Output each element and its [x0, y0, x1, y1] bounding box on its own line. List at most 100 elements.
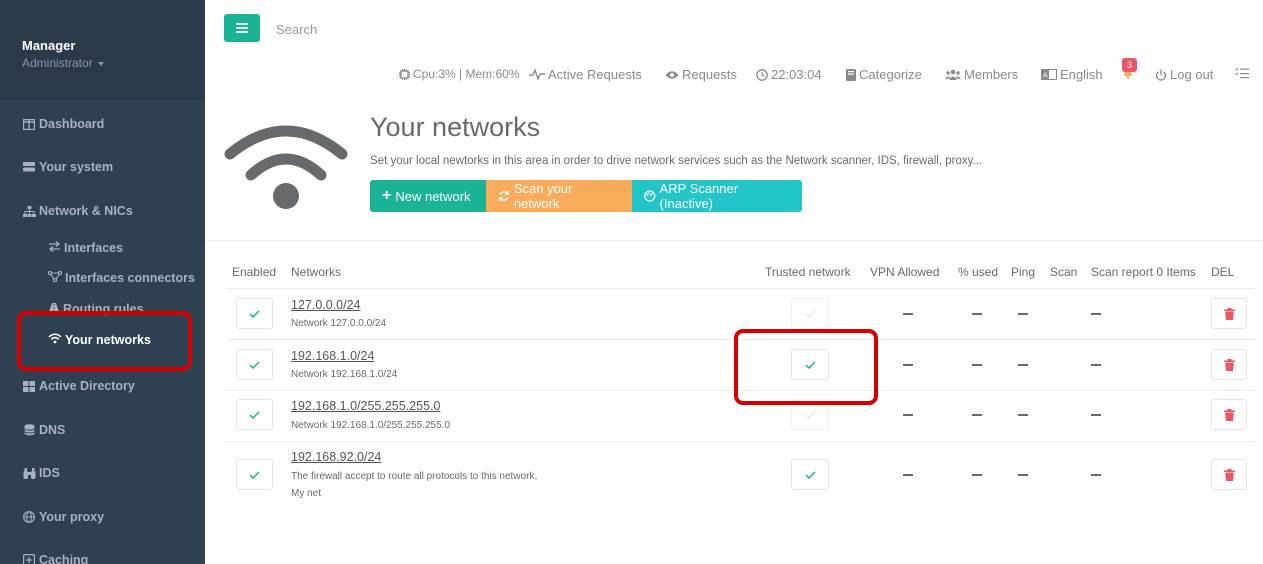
- trusted-toggle[interactable]: [791, 298, 829, 329]
- bars-icon: [236, 23, 248, 33]
- members-link[interactable]: Members: [945, 67, 1018, 82]
- sidebar-item-your-system[interactable]: Your system: [22, 160, 113, 174]
- sidebar-item-label: Network & NICs: [39, 204, 133, 218]
- requests-label: Requests: [682, 67, 737, 82]
- clock-icon: [756, 68, 768, 81]
- percent-used-value: [972, 364, 982, 366]
- check-icon: [804, 470, 816, 479]
- members-label: Members: [964, 67, 1019, 82]
- sidebar-item-label: Your proxy: [39, 510, 105, 524]
- network-description: Network 192.168.1.0/255.255.255.0: [291, 420, 451, 431]
- heartbeat-icon: [529, 69, 545, 80]
- sidebar-subitem-interfaces[interactable]: Interfaces: [48, 241, 123, 255]
- table-row-divider: [226, 441, 1255, 442]
- tasks-icon: [1235, 67, 1249, 79]
- delete-button[interactable]: [1211, 298, 1247, 329]
- sidebar-item-your-proxy[interactable]: Your proxy: [22, 510, 104, 524]
- page-description: Set your local newtorks in this area in …: [370, 155, 983, 167]
- network-link[interactable]: 192.168.1.0/24: [291, 349, 374, 363]
- database-icon: [22, 423, 36, 437]
- scan-network-button[interactable]: Scan your network: [486, 180, 632, 212]
- enabled-toggle[interactable]: [236, 399, 273, 430]
- cpu-mem-status[interactable]: Cpu:3% | Mem:60%: [399, 67, 520, 81]
- trusted-toggle[interactable]: [791, 459, 829, 490]
- sidebar-item-dashboard[interactable]: Dashboard: [22, 117, 104, 131]
- task-list-button[interactable]: [1235, 67, 1249, 79]
- trash-icon: [1223, 358, 1235, 371]
- svg-text:A: A: [1043, 73, 1048, 80]
- logout-link[interactable]: Log out: [1155, 67, 1213, 82]
- notifications-badge: 3: [1122, 58, 1137, 72]
- page-title: Your networks: [370, 112, 541, 142]
- enabled-toggle[interactable]: [236, 298, 273, 329]
- categorize-link[interactable]: Categorize: [846, 67, 922, 82]
- binoculars-icon: [22, 466, 36, 480]
- active-requests-label: Active Requests: [548, 67, 642, 82]
- menu-toggle-button[interactable]: [224, 14, 260, 42]
- vpn-allowed-value: [903, 414, 913, 416]
- percent-used-value: [972, 474, 982, 476]
- vpn-allowed-value: [903, 313, 913, 315]
- sidebar-item-ids[interactable]: IDS: [22, 466, 60, 480]
- highlight-annotation-sidebar: [17, 311, 192, 371]
- arp-scanner-label: ARP Scanner (Inactive): [659, 181, 739, 211]
- sidebar-item-caching[interactable]: Caching: [22, 553, 88, 564]
- delete-button[interactable]: [1211, 349, 1247, 380]
- enabled-toggle[interactable]: [236, 459, 273, 490]
- sidebar-item-dns[interactable]: DNS: [22, 423, 65, 437]
- ping-value: [1018, 414, 1028, 416]
- trash-icon: [1223, 307, 1235, 320]
- scan-report-value: [1091, 474, 1101, 476]
- check-icon: [805, 411, 815, 419]
- users-icon: [945, 69, 961, 80]
- search-input[interactable]: [270, 18, 470, 40]
- column-header-trusted: Trusted network: [765, 265, 851, 279]
- sidebar-subitem-interfaces-connectors[interactable]: Interfaces connectors: [47, 270, 195, 285]
- trash-icon: [1223, 408, 1235, 421]
- hdd-icon: [22, 160, 36, 174]
- sidebar-item-label: IDS: [39, 466, 60, 480]
- scan-network-label: Scan your network: [513, 181, 573, 211]
- column-header-enabled: Enabled: [232, 265, 277, 279]
- column-header-networks: Networks: [291, 265, 342, 279]
- connectors-icon: [47, 270, 63, 285]
- arp-scanner-button[interactable]: ARP Scanner (Inactive): [632, 180, 802, 212]
- profile-panel[interactable]: Manager Administrator: [0, 0, 205, 100]
- language-selector[interactable]: A English: [1041, 67, 1103, 82]
- categorize-label: Categorize: [859, 67, 922, 82]
- eye-icon: [665, 70, 679, 79]
- check-icon: [249, 309, 260, 318]
- delete-button[interactable]: [1211, 399, 1247, 430]
- column-header-ping: Ping: [1011, 265, 1036, 279]
- highlight-annotation-trusted: [734, 329, 878, 405]
- sidebar-item-label: Dashboard: [39, 117, 105, 131]
- scan-report-value: [1091, 414, 1101, 416]
- network-link[interactable]: 192.168.92.0/24: [291, 450, 381, 464]
- delete-button[interactable]: [1211, 459, 1247, 490]
- vpn-allowed-value: [903, 364, 913, 366]
- sitemap-icon: [22, 204, 36, 218]
- active-requests-link[interactable]: Active Requests: [529, 67, 642, 82]
- table-header-divider: [226, 288, 1255, 289]
- network-link[interactable]: 127.0.0.0/24: [291, 298, 361, 312]
- sidebar-item-active-directory[interactable]: Active Directory: [22, 379, 135, 393]
- vpn-allowed-value: [903, 474, 913, 476]
- sidebar-item-network-nics[interactable]: Network & NICs: [22, 204, 133, 218]
- percent-used-value: [972, 414, 982, 416]
- microchip-icon: [399, 68, 410, 80]
- network-description: Network 127.0.0.0/24: [291, 318, 387, 329]
- profile-role[interactable]: Administrator: [22, 56, 205, 70]
- column-header-del: DEL: [1211, 265, 1235, 279]
- network-link[interactable]: 192.168.1.0/255.255.255.0: [291, 399, 440, 413]
- requests-link[interactable]: Requests: [665, 67, 737, 82]
- new-network-button[interactable]: + New network: [370, 180, 486, 212]
- network-description-line2: My net: [291, 488, 322, 499]
- enabled-toggle[interactable]: [236, 349, 273, 380]
- check-icon: [805, 310, 815, 318]
- network-description: Network 192.168.1.0/24: [291, 369, 398, 380]
- globe-icon: [22, 510, 36, 524]
- profile-name: Manager: [22, 38, 76, 53]
- power-off-icon: [1155, 69, 1167, 81]
- sidebar-item-label: Caching: [39, 553, 89, 564]
- windows-icon: [22, 379, 36, 393]
